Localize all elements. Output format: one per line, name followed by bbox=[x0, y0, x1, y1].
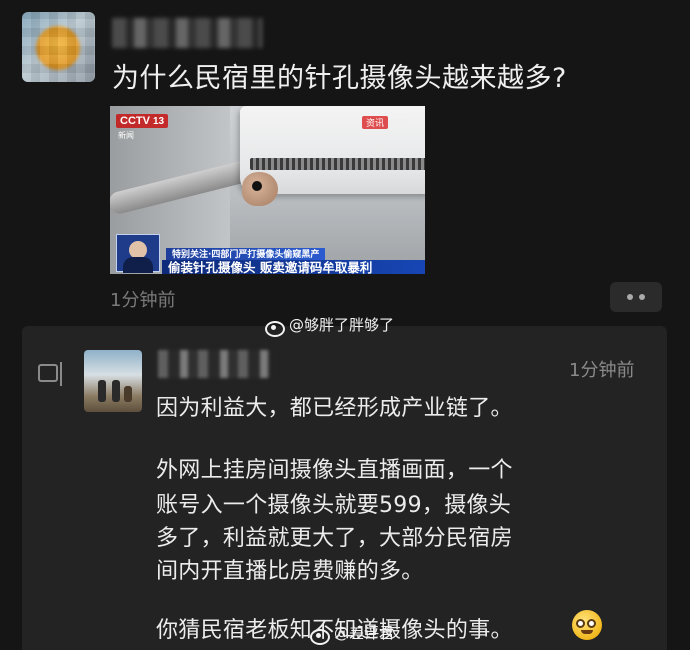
weibo-watermark: @够胖了胖够了 bbox=[263, 314, 394, 337]
comment-text-line: 因为利益大，都已经形成产业链了。 bbox=[156, 396, 513, 421]
pinhole-camera bbox=[252, 181, 262, 191]
weibo-watermark-2: @差评君 bbox=[308, 622, 394, 645]
comment-author-name-blurred[interactable] bbox=[158, 350, 270, 378]
comment-icon bbox=[38, 362, 70, 386]
comment-text-line: 间内开直播比房费赚的多。 bbox=[156, 559, 424, 584]
comment-text-line: 账号入一个摄像头就要599，摄像头 bbox=[156, 493, 512, 518]
comment-text-line: 外网上挂房间摄像头直播画面，一个 bbox=[156, 458, 513, 483]
comment-timestamp: 1分钟前 bbox=[569, 360, 635, 381]
sign-language-inset bbox=[116, 234, 160, 273]
post-title: 为什么民宿里的针孔摄像头越来越多? bbox=[112, 63, 567, 94]
news-video-thumbnail[interactable]: CCTV 13 新闻 资讯 视听 特别关注·四部门严打摄像头偷窥黑产 偷装针孔摄像… bbox=[110, 106, 425, 274]
grinning-glasses-emoji-icon bbox=[572, 610, 602, 640]
more-button[interactable] bbox=[610, 282, 662, 312]
channel-label: 新闻 bbox=[118, 131, 134, 140]
weibo-icon bbox=[308, 624, 330, 645]
more-icon bbox=[627, 294, 633, 300]
comment-text-line: 多了，利益就更大了，大部分民宿房 bbox=[156, 526, 513, 551]
corner-text: 视听 bbox=[390, 119, 409, 129]
comment-author-avatar[interactable] bbox=[84, 350, 142, 412]
post-author-avatar[interactable] bbox=[22, 12, 95, 82]
cctv-logo: CCTV 13 bbox=[116, 114, 169, 128]
news-caption: 偷装针孔摄像头 贩卖邀请码牟取暴利 bbox=[162, 260, 425, 274]
corner-tag: 资讯 bbox=[362, 116, 389, 129]
post-author-name-blurred[interactable] bbox=[112, 18, 262, 48]
post-timestamp: 1分钟前 bbox=[110, 290, 176, 311]
weibo-icon bbox=[263, 316, 285, 337]
